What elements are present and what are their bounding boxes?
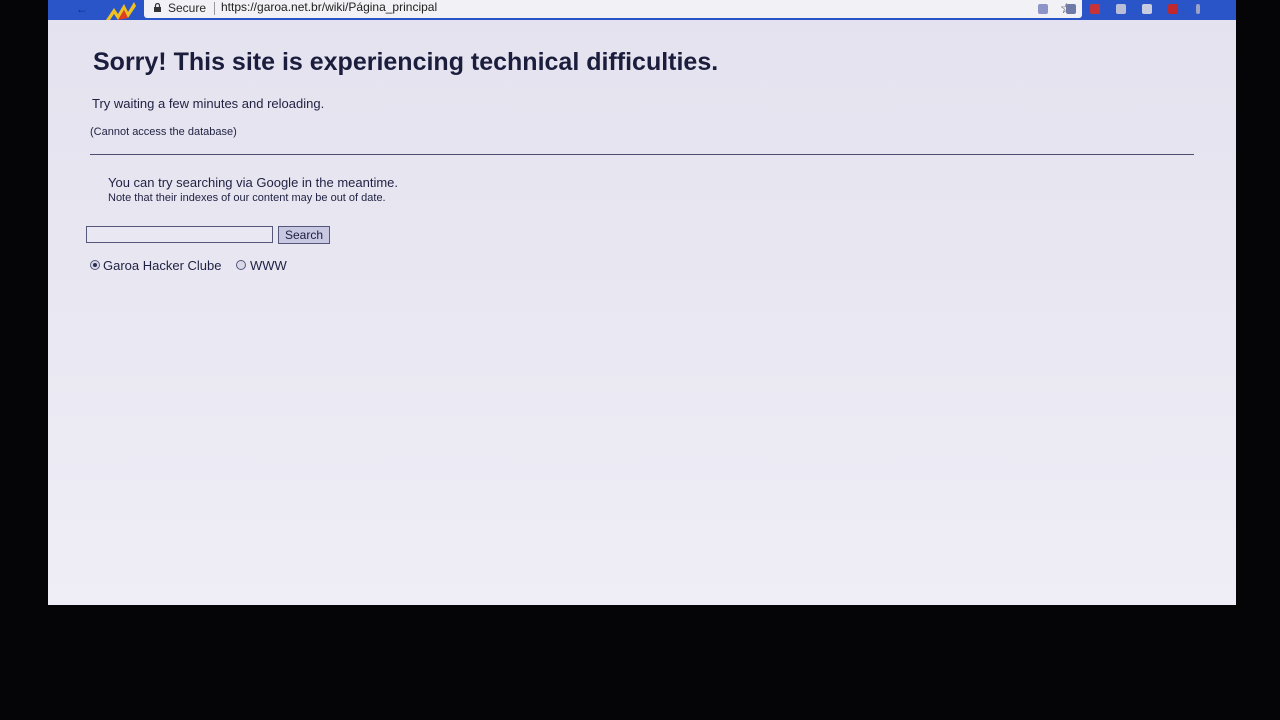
search-input[interactable] — [86, 226, 273, 243]
radio-www[interactable] — [236, 260, 246, 270]
page-title: Sorry! This site is experiencing technic… — [93, 48, 719, 76]
browser-window: ← Secure https://garoa.net.br/wiki/Págin… — [48, 0, 1236, 605]
google-search-hint: You can try searching via Google in the … — [108, 175, 399, 190]
back-arrow-icon[interactable]: ← — [76, 2, 88, 16]
lock-icon — [154, 3, 161, 12]
menu-dots-icon[interactable] — [1196, 4, 1200, 14]
extension-box-icon[interactable] — [1142, 4, 1152, 14]
search-button[interactable]: Search — [278, 226, 330, 244]
retry-message: Try waiting a few minutes and reloading. — [92, 96, 325, 111]
error-detail: (Cannot access the database) — [90, 126, 237, 138]
extension-users-icon[interactable] — [1066, 4, 1076, 14]
error-page: Sorry! This site is experiencing technic… — [48, 20, 1236, 605]
url-text[interactable]: https://garoa.net.br/wiki/Página_princip… — [221, 0, 437, 14]
secure-label: Secure — [168, 1, 207, 15]
address-bar[interactable]: Secure https://garoa.net.br/wiki/Página_… — [144, 0, 1082, 18]
address-separator — [214, 2, 215, 15]
radio-label-www[interactable]: WWW — [250, 258, 287, 273]
browser-toolbar: ← Secure https://garoa.net.br/wiki/Págin… — [48, 0, 1236, 20]
radio-garoa-hacker-clube[interactable] — [90, 260, 100, 270]
divider — [90, 154, 1194, 155]
extension-gray-icon[interactable] — [1116, 4, 1126, 14]
extension-shield-icon[interactable] — [1090, 4, 1100, 14]
radio-label-garoa-hacker-clube[interactable]: Garoa Hacker Clube — [103, 258, 222, 273]
garoa-logo-icon — [106, 2, 136, 20]
extension-red-icon[interactable] — [1168, 4, 1178, 14]
extension-mic-icon[interactable] — [1038, 4, 1048, 14]
outdated-index-note: Note that their indexes of our content m… — [108, 192, 386, 204]
